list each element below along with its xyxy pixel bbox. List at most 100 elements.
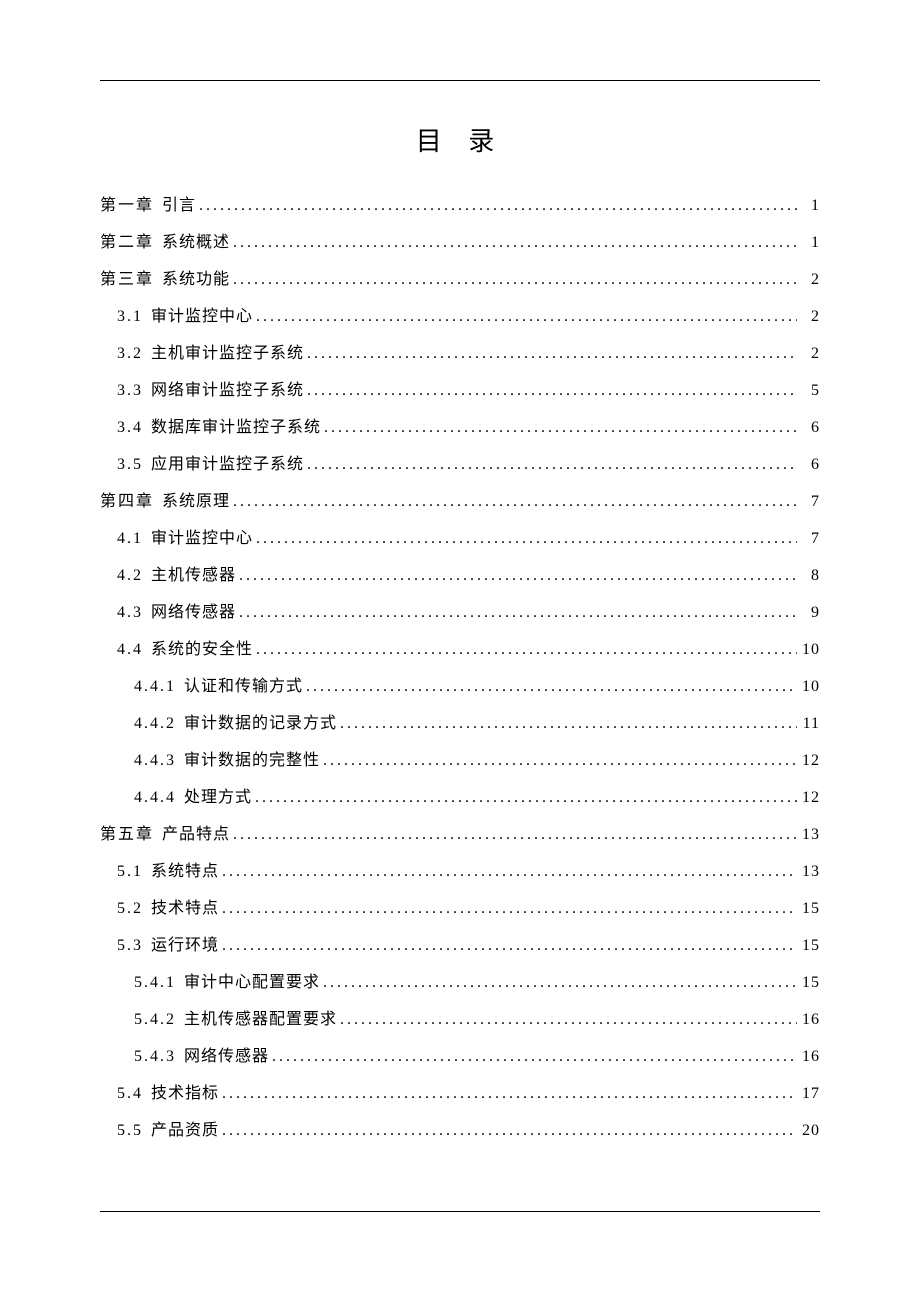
toc-entry[interactable]: 5.4.3网络传感器16 [100,1045,820,1069]
toc-entry[interactable]: 第一章引言1 [100,194,820,218]
toc-entry[interactable]: 3.2主机审计监控子系统2 [100,342,820,366]
toc-entry-text: 运行环境 [151,934,219,958]
toc-leader-dots [233,231,797,255]
toc-entry-number: 4.4.1 [134,675,176,699]
toc-entry[interactable]: 3.3网络审计监控子系统5 [100,379,820,403]
toc-leader-dots [222,897,797,921]
toc-entry-text: 系统的安全性 [151,638,253,662]
toc-entry-page: 13 [800,823,820,847]
toc-entry-text: 系统功能 [162,268,230,292]
toc-leader-dots [255,786,797,810]
toc-entry[interactable]: 3.4数据库审计监控子系统6 [100,416,820,440]
toc-entry-number: 3.3 [117,379,143,403]
toc-leader-dots [256,638,797,662]
toc-entry-number: 第五章 [100,823,154,847]
toc-entry-number: 5.1 [117,860,143,884]
toc-entry-text: 认证和传输方式 [184,675,303,699]
toc-entry-page: 10 [800,675,820,699]
toc-entry-number: 5.5 [117,1119,143,1143]
toc-entry[interactable]: 4.4.2审计数据的记录方式11 [100,712,820,736]
toc-leader-dots [306,675,797,699]
toc-entry-text: 技术指标 [151,1082,219,1106]
toc-entry[interactable]: 3.5 应用审计监控子系统 6 [100,453,820,477]
toc-entry-page: 15 [800,971,820,995]
toc-entry[interactable]: 5.4.2主机传感器配置要求16 [100,1008,820,1032]
toc-entry-number: 5.4.2 [134,1008,176,1032]
toc-entry[interactable]: 第三章系统功能 2 [100,268,820,292]
toc-leader-dots [307,379,797,403]
toc-entry-text: 审计监控中心 [151,527,253,551]
toc-entry-number: 3.4 [117,416,143,440]
toc-leader-dots [307,453,797,477]
toc-entry-page: 12 [800,749,820,773]
toc-entry[interactable]: 3.1审计监控中心2 [100,305,820,329]
toc-entry-page: 6 [800,453,820,477]
toc-entry-number: 4.4.2 [134,712,176,736]
toc-entry-text: 引言 [162,194,196,218]
toc-entry-number: 5.2 [117,897,143,921]
toc-entry[interactable]: 4.4 系统的安全性 10 [100,638,820,662]
toc-leader-dots [233,268,797,292]
toc-entry-page: 1 [800,231,820,255]
toc-entry[interactable]: 4.4.3审计数据的完整性12 [100,749,820,773]
toc-entry[interactable]: 4.3 网络传感器 9 [100,601,820,625]
toc-entry-page: 9 [800,601,820,625]
toc-leader-dots [222,1082,797,1106]
toc-entry-page: 13 [800,860,820,884]
header-rule [100,80,820,81]
toc-entry-text: 主机审计监控子系统 [151,342,304,366]
toc-entry[interactable]: 5.3 运行环境 15 [100,934,820,958]
toc-entry-page: 15 [800,934,820,958]
toc-entry[interactable]: 4.1 审计监控中心 7 [100,527,820,551]
toc-entry-page: 2 [800,305,820,329]
toc-entry[interactable]: 第二章系统概述1 [100,231,820,255]
toc-entry-text: 应用审计监控子系统 [151,453,304,477]
toc-entry-number: 4.1 [117,527,143,551]
toc-entry-number: 4.4.3 [134,749,176,773]
toc-entry-page: 7 [800,527,820,551]
toc-entry-number: 4.4 [117,638,143,662]
toc-entry-text: 产品资质 [151,1119,219,1143]
toc-entry-page: 10 [800,638,820,662]
toc-entry-number: 4.3 [117,601,143,625]
toc-leader-dots [199,194,797,218]
toc-entry[interactable]: 4.4.1 认证和传输方式 10 [100,675,820,699]
toc-entry[interactable]: 5.5 产品资质 20 [100,1119,820,1143]
toc-leader-dots [222,860,797,884]
toc-leader-dots [307,342,797,366]
toc-entry-number: 第四章 [100,490,154,514]
toc-entry[interactable]: 4.2主机传感器8 [100,564,820,588]
toc-entry-page: 12 [800,786,820,810]
toc-leader-dots [323,749,797,773]
toc-entry[interactable]: 5.1系统特点13 [100,860,820,884]
table-of-contents: 第一章引言1第二章系统概述1第三章系统功能23.1审计监控中心23.2主机审计监… [100,194,820,1143]
toc-leader-dots [239,601,797,625]
toc-entry-number: 5.3 [117,934,143,958]
toc-entry-page: 5 [800,379,820,403]
toc-leader-dots [222,934,797,958]
toc-entry-text: 系统原理 [162,490,230,514]
toc-entry-text: 网络传感器 [151,601,236,625]
toc-entry-number: 第三章 [100,268,154,292]
toc-entry[interactable]: 5.4技术指标17 [100,1082,820,1106]
toc-entry[interactable]: 5.4.1审计中心配置要求15 [100,971,820,995]
toc-entry[interactable]: 第四章系统原理 7 [100,490,820,514]
footer-rule [100,1211,820,1212]
toc-entry-page: 20 [800,1119,820,1143]
toc-entry-text: 处理方式 [184,786,252,810]
toc-entry-text: 系统概述 [162,231,230,255]
toc-entry-number: 5.4.1 [134,971,176,995]
toc-leader-dots [256,527,797,551]
toc-leader-dots [324,416,797,440]
toc-entry-number: 3.5 [117,453,143,477]
toc-entry-page: 7 [800,490,820,514]
toc-entry-page: 15 [800,897,820,921]
toc-leader-dots [323,971,797,995]
toc-entry[interactable]: 5.2技术特点15 [100,897,820,921]
toc-entry-page: 2 [800,268,820,292]
toc-entry-text: 数据库审计监控子系统 [151,416,321,440]
toc-entry-page: 16 [800,1045,820,1069]
toc-entry[interactable]: 4.4.4处理方式12 [100,786,820,810]
toc-entry-text: 产品特点 [162,823,230,847]
toc-entry[interactable]: 第五章产品特点 13 [100,823,820,847]
